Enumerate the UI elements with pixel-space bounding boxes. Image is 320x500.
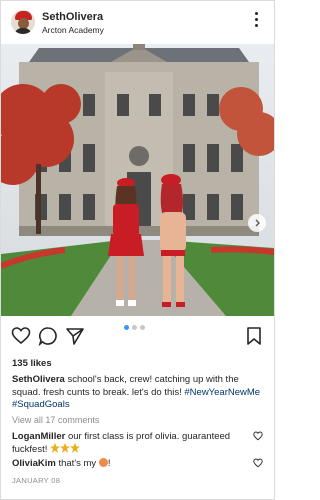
- heart-icon[interactable]: [11, 326, 31, 346]
- hashtag[interactable]: #NewYearNewMe: [184, 387, 260, 398]
- caption-username[interactable]: SethOlivera: [12, 374, 65, 385]
- comment: OliviaKim that's my !: [12, 457, 250, 470]
- post-date: JANUARY 08: [12, 476, 61, 485]
- comment-username[interactable]: OliviaKim: [12, 458, 56, 469]
- view-all-comments-link[interactable]: View all 17 comments: [12, 415, 99, 425]
- comment-username[interactable]: LoganMiller: [12, 431, 65, 442]
- more-options-icon[interactable]: [250, 9, 262, 29]
- send-icon[interactable]: [65, 326, 85, 346]
- post-actions: [0, 320, 275, 352]
- emoji-icon: [50, 443, 81, 455]
- comment-like-icon[interactable]: [253, 458, 263, 468]
- avatar[interactable]: [11, 10, 35, 34]
- bookmark-icon[interactable]: [244, 326, 264, 346]
- comment-like-icon[interactable]: [253, 431, 263, 441]
- chevron-right-icon: [255, 219, 260, 227]
- hashtag[interactable]: #SquadGoals: [12, 399, 70, 410]
- post-location[interactable]: Arcton Academy: [42, 25, 104, 35]
- comment: LoganMiller our first class is prof oliv…: [12, 430, 250, 456]
- peach-emoji-icon: [98, 458, 108, 467]
- post-username[interactable]: SethOlivera: [42, 11, 103, 23]
- carousel-dot: [140, 325, 145, 330]
- next-photo-button[interactable]: [248, 214, 266, 232]
- carousel-dot: [124, 325, 129, 330]
- post-caption: SethOlivera school's back, crew! catchin…: [12, 374, 264, 412]
- post-header: SethOlivera Arcton Academy: [0, 0, 275, 44]
- carousel-dot: [132, 325, 137, 330]
- comment-icon[interactable]: [38, 326, 58, 346]
- post-photo[interactable]: [1, 44, 274, 316]
- likes-count[interactable]: 135 likes: [12, 358, 52, 369]
- comment-suffix: !: [107, 458, 111, 469]
- comment-text: that's my: [58, 458, 97, 469]
